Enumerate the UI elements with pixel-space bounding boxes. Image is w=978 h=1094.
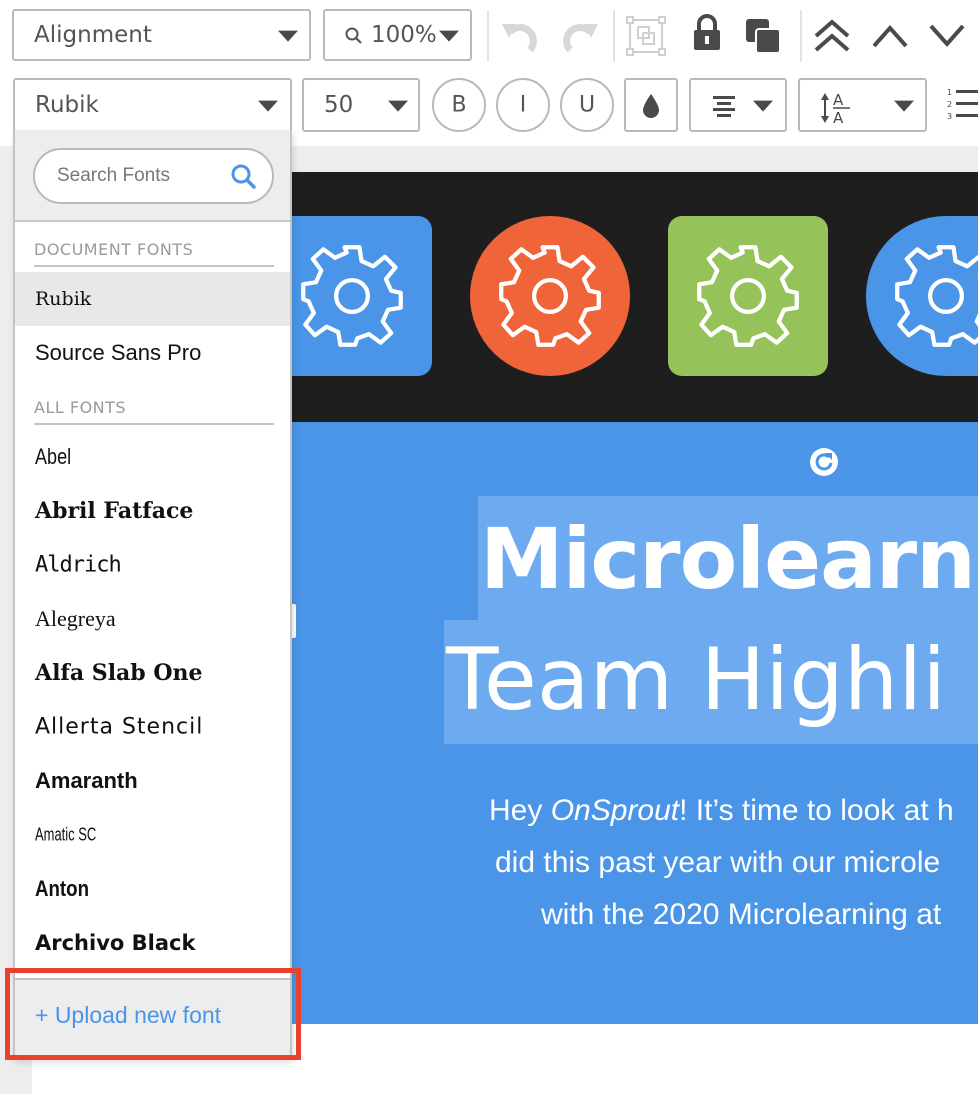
- font-option-label: Allerta Stencil: [35, 714, 204, 740]
- svg-text:2: 2: [947, 100, 952, 109]
- gear-icon: [499, 245, 601, 347]
- zoom-label: 100%: [371, 22, 437, 48]
- send-backward-icon[interactable]: [928, 22, 966, 54]
- headline-line-1[interactable]: Microlearn: [480, 510, 976, 608]
- font-option-label: Amatic SC: [35, 824, 97, 845]
- font-dropdown-menu: DOCUMENT FONTS Rubik Source Sans Pro ALL…: [13, 130, 292, 1060]
- gear-icon: [697, 245, 799, 347]
- line-spacing-icon: AA: [820, 88, 856, 130]
- lock-icon[interactable]: [692, 14, 722, 56]
- font-search-box[interactable]: [33, 148, 274, 204]
- svg-text:1: 1: [947, 88, 952, 97]
- toolbar-divider: [487, 10, 489, 62]
- line-spacing-dropdown[interactable]: AA: [798, 78, 927, 132]
- redo-icon[interactable]: [558, 18, 600, 60]
- font-search-area: [15, 130, 290, 222]
- font-option-label: Alegreya: [35, 606, 116, 631]
- font-option-allerta-stencil[interactable]: Allerta Stencil: [15, 700, 290, 754]
- italic-label: I: [519, 92, 527, 118]
- gear-icon: [895, 245, 978, 347]
- zoom-dropdown[interactable]: 100%: [323, 9, 472, 61]
- font-search-input[interactable]: [57, 162, 217, 190]
- italic-button[interactable]: I: [496, 78, 550, 132]
- numbered-list-icon[interactable]: 1 2 3: [946, 86, 978, 126]
- toolbar-divider: [613, 10, 615, 62]
- font-option-label: Amaranth: [35, 768, 138, 793]
- gear-square-green[interactable]: [668, 216, 828, 376]
- bold-button[interactable]: B: [432, 78, 486, 132]
- body-text-prefix: Hey: [489, 794, 551, 827]
- headline-line-2[interactable]: Team Highli: [446, 630, 946, 730]
- gear-icon: [301, 245, 403, 347]
- group-icon[interactable]: [626, 16, 666, 60]
- chevron-down-icon: [753, 100, 773, 112]
- font-option-source-sans-pro[interactable]: Source Sans Pro: [15, 326, 290, 380]
- svg-text:3: 3: [947, 112, 952, 121]
- font-option-archivo-black[interactable]: Archivo Black: [15, 916, 290, 970]
- underline-button[interactable]: U: [560, 78, 614, 132]
- bring-to-front-icon[interactable]: [812, 16, 852, 60]
- font-option-label: Rubik: [35, 288, 92, 310]
- font-option-alegreya[interactable]: Alegreya: [15, 592, 290, 646]
- body-text-line-1[interactable]: Hey OnSprout! It’s time to look at h: [489, 794, 954, 828]
- font-option-anton[interactable]: Anton: [15, 862, 290, 916]
- color-drop-icon: [641, 92, 661, 124]
- body-text-suffix: ! It’s time to look at h: [679, 794, 954, 827]
- chevron-down-icon: [439, 30, 459, 42]
- font-family-label: Rubik: [35, 92, 99, 118]
- gear-square-blue[interactable]: [272, 216, 432, 376]
- font-family-dropdown[interactable]: Rubik: [13, 78, 292, 132]
- font-size-label: 50: [324, 92, 354, 118]
- chevron-down-icon: [278, 30, 298, 42]
- font-option-abril-fatface[interactable]: Abril Fatface: [15, 484, 290, 538]
- all-fonts-heading: ALL FONTS: [34, 398, 274, 425]
- font-option-rubik[interactable]: Rubik: [15, 272, 290, 326]
- text-align-icon: [711, 95, 737, 121]
- font-option-abel[interactable]: Abel: [15, 430, 290, 484]
- font-option-amaranth[interactable]: Amaranth: [15, 754, 290, 808]
- company-name: OnSprout: [550, 794, 680, 827]
- alignment-label: Alignment: [34, 22, 152, 48]
- chevron-down-icon: [258, 100, 278, 112]
- font-option-label: Abel: [35, 444, 72, 469]
- font-size-dropdown[interactable]: 50: [302, 78, 420, 132]
- chevron-down-icon: [388, 100, 408, 112]
- underline-label: U: [578, 92, 596, 118]
- font-option-label: Anton: [35, 876, 90, 901]
- gear-circle-orange[interactable]: [470, 216, 630, 376]
- search-icon[interactable]: [231, 164, 257, 194]
- undo-icon[interactable]: [500, 18, 542, 60]
- body-text-line-2[interactable]: did this past year with our microle: [495, 846, 940, 880]
- document-fonts-heading: DOCUMENT FONTS: [34, 240, 274, 267]
- chevron-down-icon: [894, 100, 914, 112]
- font-option-amatic-sc[interactable]: Amatic SC: [15, 808, 290, 862]
- search-icon: [345, 27, 363, 49]
- highlight-annotation-box: [5, 968, 301, 1060]
- font-option-label: Alfa Slab One: [35, 660, 203, 686]
- toolbar-top: Alignment 100%: [0, 0, 978, 70]
- font-option-label: Aldrich: [35, 552, 122, 578]
- text-color-button[interactable]: [624, 78, 678, 132]
- font-option-label: Source Sans Pro: [35, 340, 202, 365]
- bring-forward-icon[interactable]: [871, 22, 909, 54]
- toolbar-divider: [800, 10, 802, 62]
- bold-label: B: [451, 92, 467, 118]
- font-option-aldrich[interactable]: Aldrich: [15, 538, 290, 592]
- text-align-dropdown[interactable]: [689, 78, 787, 132]
- alignment-dropdown[interactable]: Alignment: [12, 9, 311, 61]
- svg-text:A: A: [833, 91, 844, 109]
- svg-text:A: A: [833, 109, 844, 126]
- duplicate-icon[interactable]: [744, 17, 782, 59]
- font-option-label: Abril Fatface: [35, 498, 194, 524]
- font-option-alfa-slab-one[interactable]: Alfa Slab One: [15, 646, 290, 700]
- body-text-line-3[interactable]: with the 2020 Microlearning at: [541, 898, 941, 932]
- rotate-icon: [815, 453, 833, 471]
- rotate-handle[interactable]: [810, 448, 838, 476]
- font-option-label: Archivo Black: [35, 931, 196, 955]
